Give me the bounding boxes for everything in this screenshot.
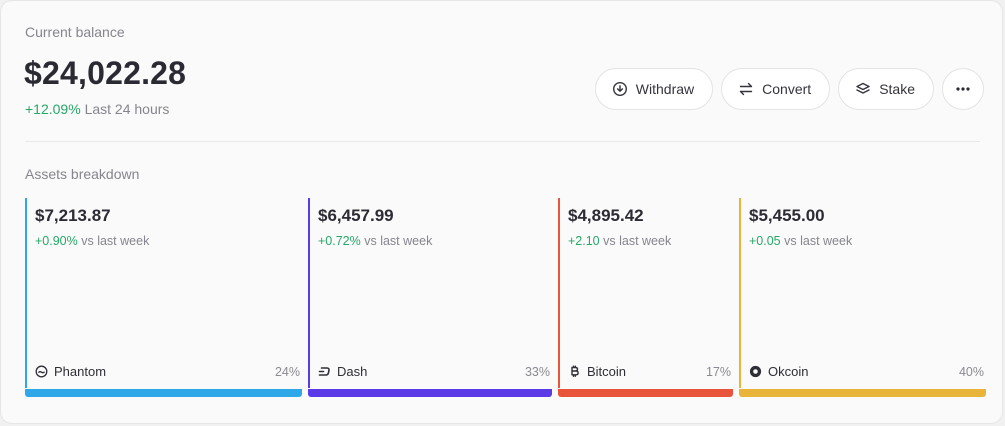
asset-card-bitcoin[interactable]: $4,895.42 +2.10 vs last week Bitcoin 17%: [558, 198, 733, 398]
asset-change: +0.72% vs last week: [318, 234, 432, 248]
withdraw-label: Withdraw: [635, 81, 695, 97]
dash-icon: [318, 365, 331, 378]
asset-percent: 17%: [705, 364, 731, 379]
stake-label: Stake: [879, 81, 915, 97]
asset-change: +2.10 vs last week: [568, 234, 671, 248]
asset-line: [739, 198, 741, 388]
balance-change-period: Last 24 hours: [84, 101, 170, 117]
withdraw-button[interactable]: Withdraw: [594, 68, 714, 110]
asset-line: [558, 198, 560, 388]
asset-amount: $7,213.87: [35, 206, 111, 225]
asset-bar: [558, 389, 733, 397]
convert-label: Convert: [762, 81, 812, 97]
action-buttons: Withdraw Convert Stake: [594, 68, 984, 110]
asset-change-period: vs last week: [81, 234, 150, 248]
asset-card-phantom[interactable]: $7,213.87 +0.90% vs last week Phantom 24…: [25, 198, 302, 398]
asset-amount: $6,457.99: [318, 206, 394, 225]
phantom-icon: [35, 365, 48, 378]
asset-bar: [308, 389, 552, 397]
balance-change-percent: +12.09%: [25, 101, 81, 117]
asset-bar: [25, 389, 302, 397]
asset-bar: [739, 389, 986, 397]
asset-line: [308, 198, 310, 388]
asset-change-value: +0.72%: [318, 234, 361, 248]
asset-footer: Dash 33%: [318, 364, 550, 379]
asset-card-okcoin[interactable]: $5,455.00 +0.05 vs last week Okcoin 40%: [739, 198, 986, 398]
asset-name: Dash: [337, 364, 368, 379]
divider: [25, 141, 980, 142]
stake-button[interactable]: Stake: [838, 68, 934, 110]
balance-card: Current balance $24,022.28 +12.09% Last …: [0, 0, 1003, 424]
asset-change-value: +2.10: [568, 234, 600, 248]
asset-card-dash[interactable]: $6,457.99 +0.72% vs last week Dash 33%: [308, 198, 552, 398]
asset-name: Phantom: [54, 364, 107, 379]
asset-amount: $5,455.00: [749, 206, 825, 225]
asset-footer: Okcoin 40%: [749, 364, 984, 379]
asset-percent: 40%: [958, 364, 984, 379]
balance-value: $24,022.28: [24, 55, 187, 91]
balance-change: +12.09% Last 24 hours: [25, 101, 169, 117]
asset-change-period: vs last week: [364, 234, 433, 248]
asset-change: +0.90% vs last week: [35, 234, 149, 248]
assets-breakdown-label: Assets breakdown: [25, 166, 140, 182]
asset-change: +0.05 vs last week: [749, 234, 852, 248]
okcoin-icon: [749, 365, 762, 378]
asset-change-period: vs last week: [603, 234, 672, 248]
bitcoin-icon: [568, 365, 581, 378]
asset-percent: 33%: [524, 364, 550, 379]
stake-icon: [855, 81, 871, 97]
convert-icon: [738, 81, 754, 97]
withdraw-icon: [612, 81, 628, 97]
asset-line: [25, 198, 27, 388]
asset-name: Bitcoin: [587, 364, 627, 379]
asset-change-period: vs last week: [784, 234, 853, 248]
asset-footer: Phantom 24%: [35, 364, 300, 379]
more-icon: [955, 81, 971, 97]
convert-button[interactable]: Convert: [721, 68, 831, 110]
balance-label: Current balance: [25, 24, 125, 40]
asset-percent: 24%: [274, 364, 300, 379]
asset-change-value: +0.90%: [35, 234, 78, 248]
asset-footer: Bitcoin 17%: [568, 364, 731, 379]
asset-change-value: +0.05: [749, 234, 781, 248]
asset-name: Okcoin: [768, 364, 809, 379]
asset-amount: $4,895.42: [568, 206, 644, 225]
more-button[interactable]: [942, 68, 984, 110]
